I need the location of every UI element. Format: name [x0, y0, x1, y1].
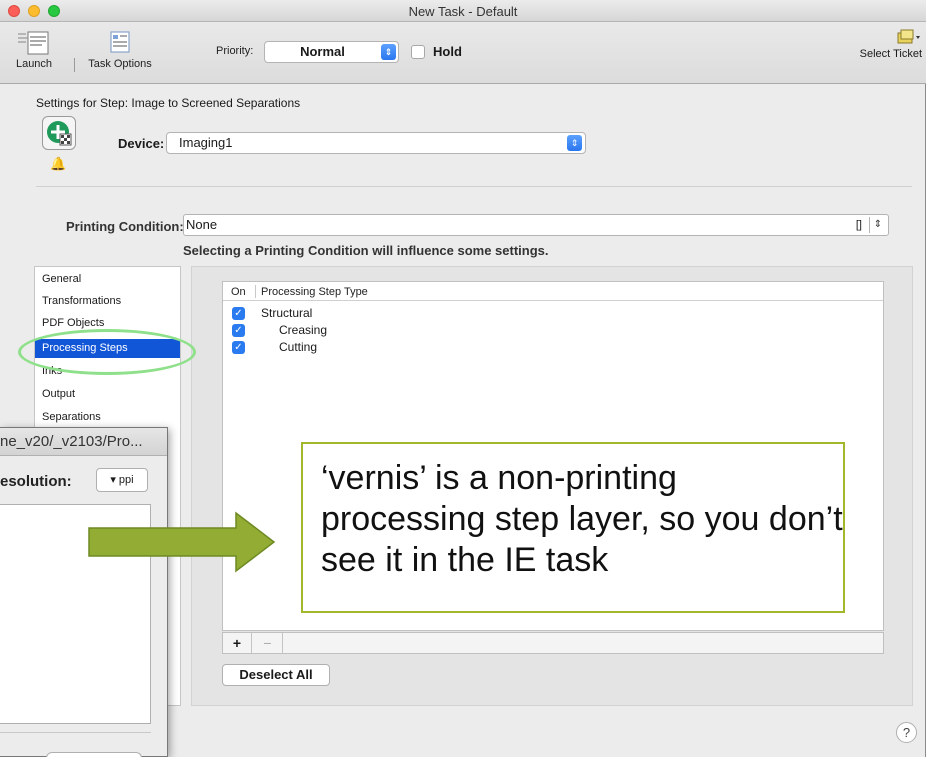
table-footer: + −	[222, 632, 884, 654]
deselect-all-button[interactable]: Deselect All	[222, 664, 330, 686]
arrow-right-icon	[88, 511, 276, 573]
title-bar: New Task - Default	[0, 0, 926, 22]
table-header: On Processing Step Type	[223, 282, 883, 301]
table-row[interactable]: ✓ Creasing	[223, 322, 883, 339]
divider	[0, 732, 151, 733]
annotation-callout: ‘vernis’ is a non-printing processing st…	[301, 442, 845, 613]
printing-condition-label: Printing Condition:	[66, 219, 184, 234]
priority-label: Priority:	[216, 45, 254, 57]
select-ticket-button[interactable]: Select Ticket	[860, 26, 922, 60]
step-checkbox[interactable]: ✓	[232, 341, 245, 354]
toolbar: Launch Task Options Priority: Normal ⇕ H…	[0, 22, 926, 84]
help-button[interactable]: ?	[896, 722, 917, 743]
category-separations[interactable]: Separations	[35, 408, 180, 427]
priority-select[interactable]: Normal ⇕	[264, 41, 399, 63]
table-row[interactable]: ✓ Cutting	[223, 339, 883, 356]
device-label: Device:	[118, 136, 165, 151]
select-ticket-label: Select Ticket	[859, 48, 922, 60]
table-row[interactable]: ✓ Structural	[223, 305, 883, 322]
step-label: Structural	[261, 306, 313, 320]
divider	[36, 186, 912, 187]
column-header-type[interactable]: Processing Step Type	[261, 286, 368, 298]
task-options-button[interactable]: Task Options	[82, 26, 158, 70]
step-label: Cutting	[279, 340, 318, 354]
overlapping-window-button[interactable]	[46, 752, 142, 757]
settings-step-title: Settings for Step: Image to Screened Sep…	[36, 96, 301, 110]
category-general[interactable]: General	[35, 270, 180, 289]
overlapping-window-title: ne_v20/_v2103/Pro...	[0, 428, 167, 456]
hold-checkbox[interactable]	[411, 45, 425, 59]
step-checkbox[interactable]: ✓	[232, 324, 245, 337]
column-header-on[interactable]: On	[231, 286, 246, 298]
printing-condition-brackets: []	[855, 219, 862, 231]
step-checkbox[interactable]: ✓	[232, 307, 245, 320]
printing-condition-field[interactable]: None [] ⇕	[183, 214, 889, 236]
callout-text: ‘vernis’ is a non-printing processing st…	[321, 459, 843, 579]
updown-chevron-icon: ⇕	[381, 44, 396, 60]
bell-icon[interactable]: 🔔	[50, 156, 66, 172]
category-processing-steps[interactable]: Processing Steps	[35, 339, 180, 358]
resolution-label: esolution:	[0, 473, 72, 490]
category-output[interactable]: Output	[35, 385, 180, 404]
category-inks[interactable]: Inks	[35, 362, 180, 381]
launch-button[interactable]: Launch	[4, 26, 64, 70]
printing-condition-value: None	[186, 217, 218, 232]
launch-icon	[18, 31, 49, 55]
printing-condition-hint: Selecting a Printing Condition will infl…	[183, 243, 549, 258]
device-icon	[42, 116, 76, 150]
task-options-icon	[110, 31, 130, 53]
resolution-unit-select[interactable]: ▾ ppi	[96, 468, 148, 492]
category-transformations[interactable]: Transformations	[35, 292, 180, 311]
launch-label: Launch	[15, 58, 53, 70]
hold-label: Hold	[433, 44, 462, 59]
window-title: New Task - Default	[408, 4, 518, 19]
remove-step-button[interactable]: −	[253, 633, 283, 653]
device-select[interactable]: Imaging1 ⇕	[166, 132, 586, 154]
step-label: Creasing	[279, 323, 328, 337]
updown-chevron-icon: ⇕	[567, 135, 582, 151]
ticket-icon	[897, 29, 920, 44]
column-divider	[255, 285, 256, 298]
priority-value: Normal	[300, 44, 345, 59]
device-value: Imaging1	[179, 135, 233, 150]
add-step-button[interactable]: +	[223, 633, 252, 653]
task-options-label: Task Options	[88, 58, 152, 70]
category-pdf-objects[interactable]: PDF Objects	[35, 314, 180, 333]
overlapping-window: ne_v20/_v2103/Pro... esolution: ▾ ppi	[0, 427, 168, 757]
toolbar-separator	[74, 58, 75, 72]
updown-chevron-icon[interactable]: ⇕	[869, 217, 886, 233]
